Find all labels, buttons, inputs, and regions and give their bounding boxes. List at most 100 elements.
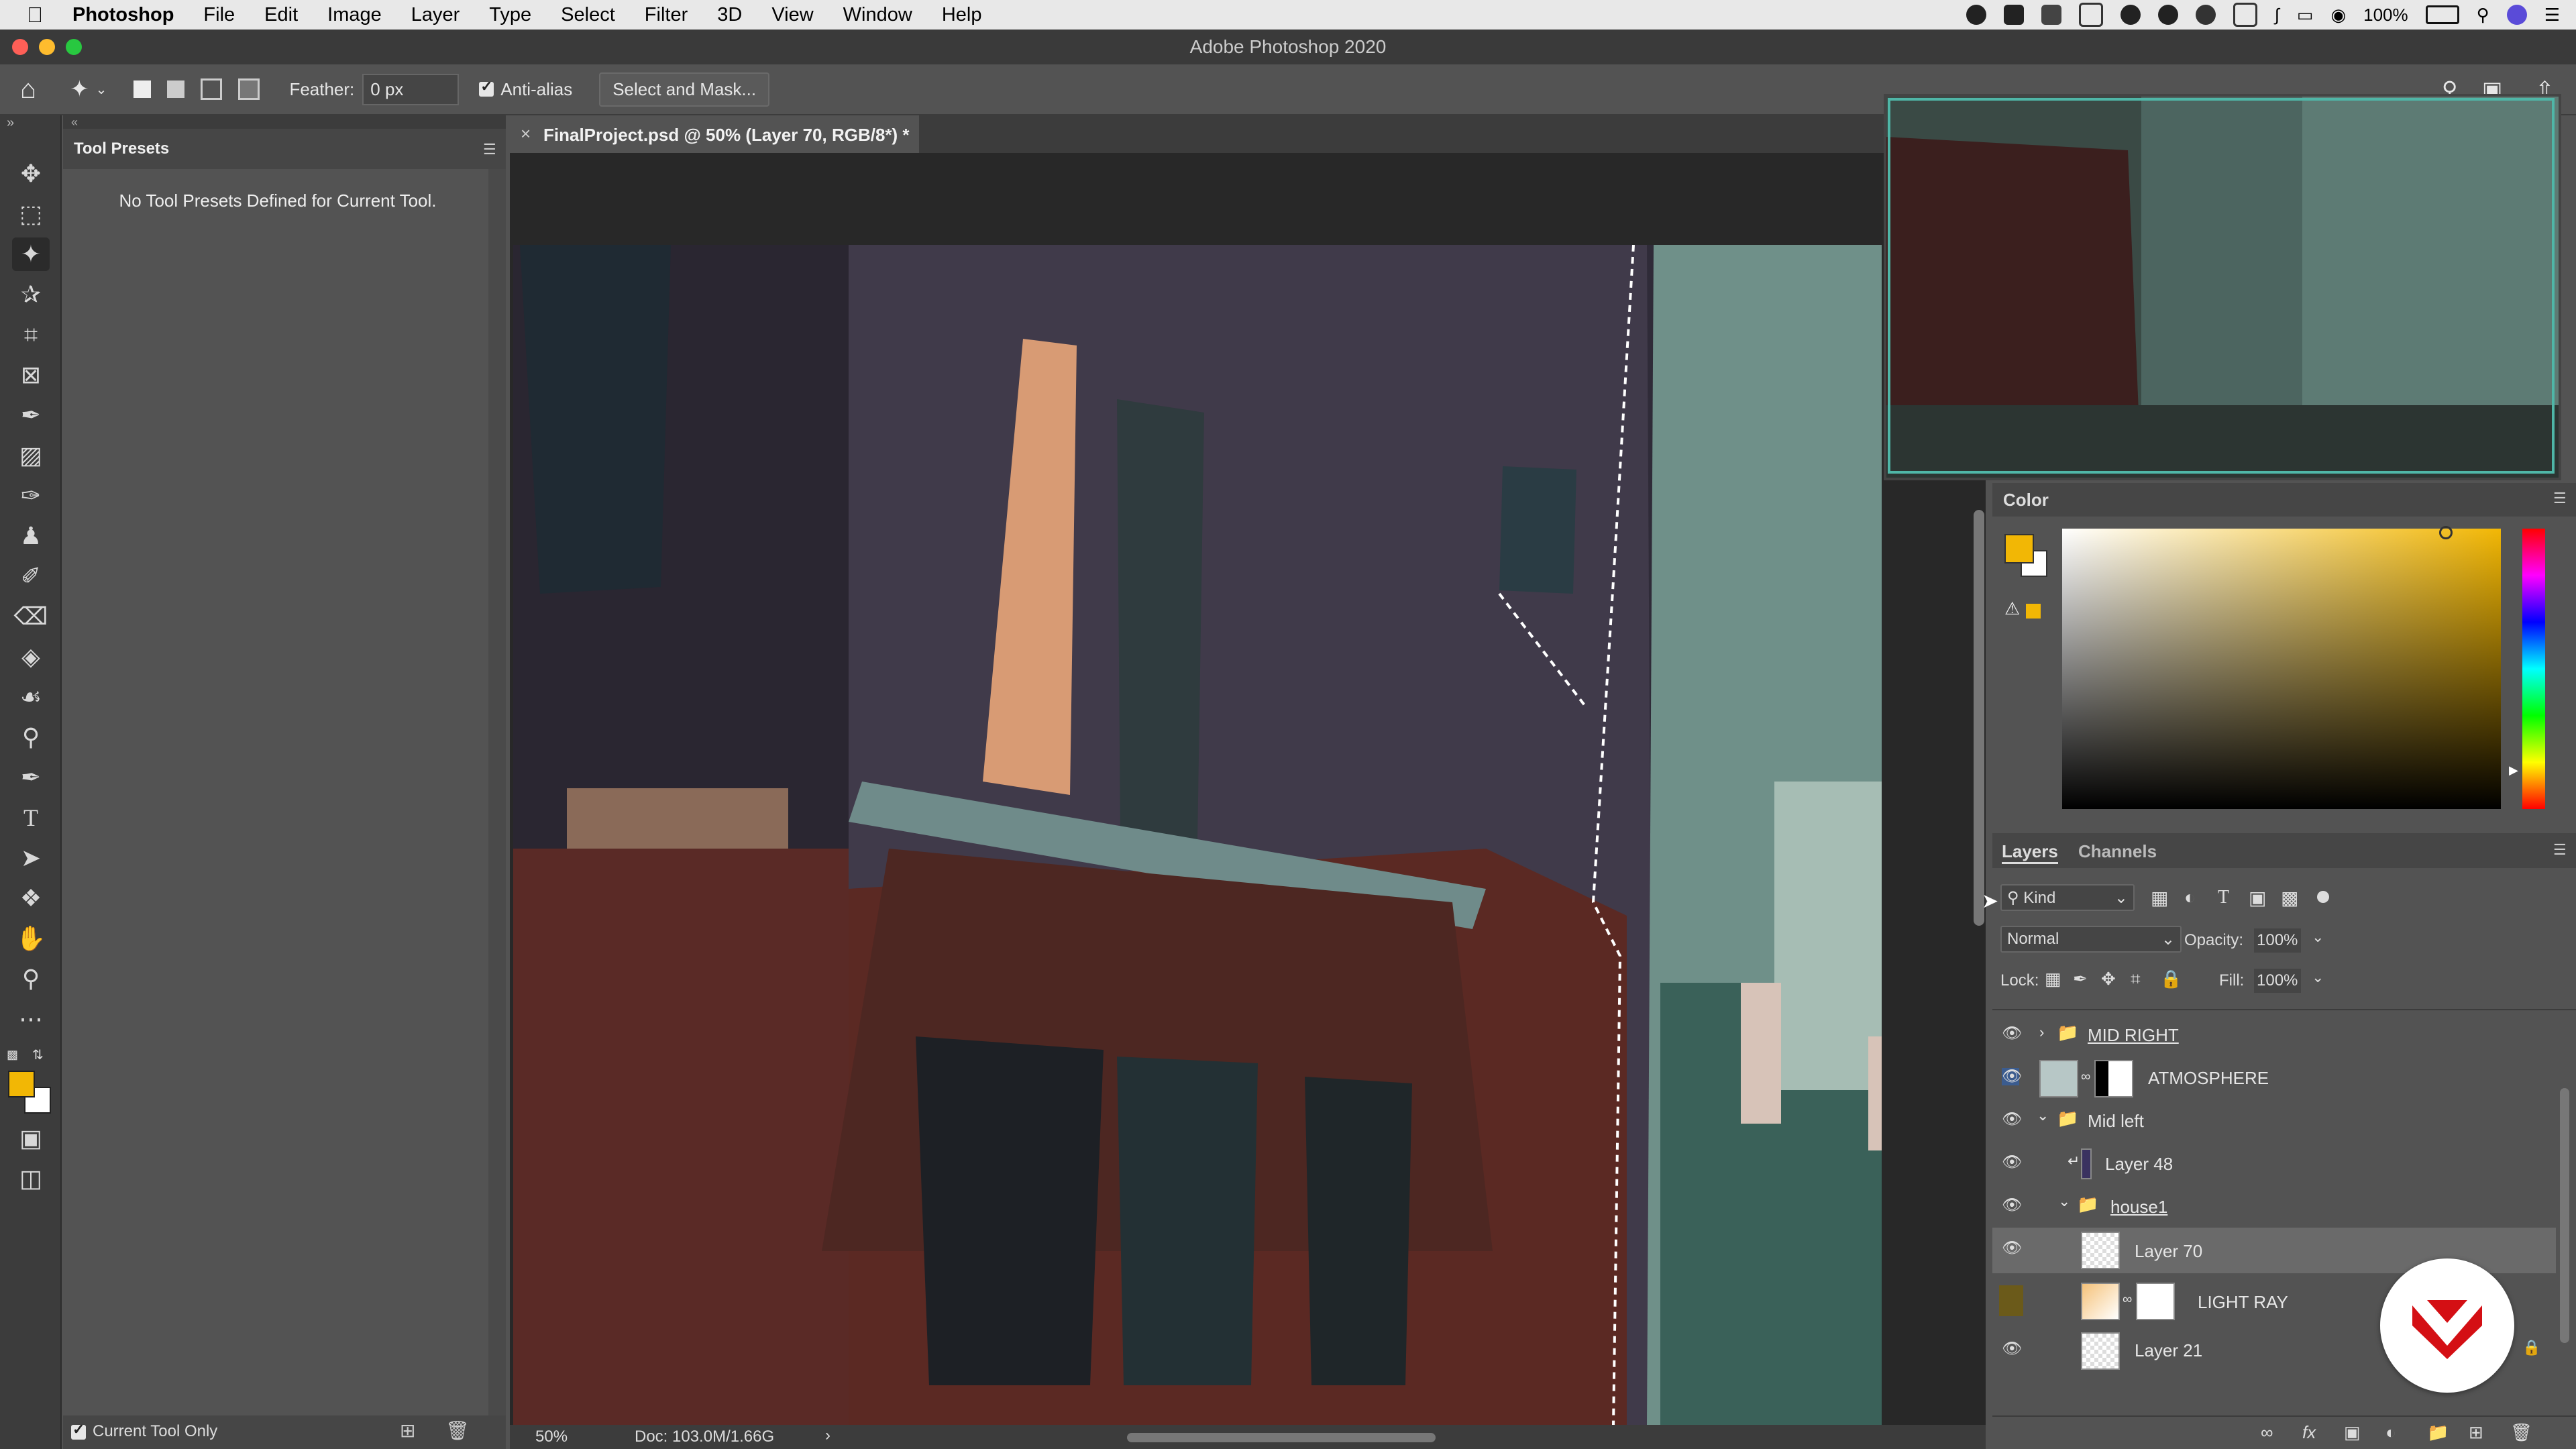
siri-icon[interactable] <box>2506 5 2527 25</box>
filter-pixel-icon[interactable]: ▦ <box>2151 887 2168 909</box>
hue-slider[interactable] <box>2522 529 2545 809</box>
healing-brush-tool-icon[interactable]: ▨ <box>12 439 50 472</box>
document-size-info[interactable]: Doc: 103.0M/1.66G <box>635 1428 774 1446</box>
opacity-chevron-down-icon[interactable]: ⌄ <box>2312 928 2324 946</box>
wd-icon[interactable] <box>2003 5 2024 25</box>
eyedropper-tool-icon[interactable]: ✒ <box>12 398 50 432</box>
battery-icon[interactable] <box>2425 5 2459 24</box>
horizontal-scrollbar[interactable] <box>1127 1433 1436 1442</box>
layer-row-mid-right[interactable]: 👁 › 📁 MID RIGHT <box>1992 1013 2556 1056</box>
layer-effects-icon[interactable]: fx <box>2302 1422 2316 1443</box>
saturation-brightness-field[interactable] <box>2062 529 2501 809</box>
visibility-eye-icon[interactable]: 👁 <box>2002 1197 2022 1214</box>
presets-scrollbar[interactable] <box>488 169 506 1417</box>
layer-row-mid-left[interactable]: 👁 ⌄ 📁 Mid left <box>1992 1099 2556 1142</box>
menu-image[interactable]: Image <box>327 4 382 26</box>
panel-collapse-bar[interactable]: « <box>63 115 506 129</box>
minimize-window-button[interactable] <box>39 39 55 55</box>
link-layers-icon[interactable]: ∞ <box>2261 1422 2273 1443</box>
gamut-warning-icon[interactable]: ⚠ <box>2004 598 2020 619</box>
filter-adjustment-icon[interactable]: ◐ <box>2184 887 2196 908</box>
polygonal-lasso-preset-icon[interactable]: ✦ <box>70 76 89 103</box>
color-picker-cursor[interactable] <box>2439 526 2453 539</box>
dodge-tool-icon[interactable]: ⚲ <box>12 720 50 754</box>
delete-layer-icon[interactable]: 🗑 <box>2510 1422 2532 1443</box>
visibility-eye-icon[interactable]: 👁 <box>2002 1111 2022 1128</box>
eraser-tool-icon[interactable]: ⌫ <box>12 600 50 633</box>
layer-row-atmosphere[interactable]: 👁 ∞ ATMOSPHERE <box>1992 1056 2556 1099</box>
visibility-eye-icon[interactable]: 👁 <box>2002 1154 2022 1171</box>
gamut-swatch[interactable] <box>2026 604 2041 619</box>
collapse-toolbar-icon[interactable]: » <box>7 115 14 131</box>
paint-bucket-tool-icon[interactable]: ◈ <box>12 640 50 674</box>
swap-colors-icon[interactable]: ⇅ <box>32 1046 44 1063</box>
color-foreground-swatch[interactable] <box>2004 534 2034 564</box>
history-brush-tool-icon[interactable]: ✐ <box>12 559 50 593</box>
lock-all-icon[interactable]: 🔒 <box>2160 969 2182 989</box>
screen-mode-icon[interactable]: ◫ <box>12 1162 50 1195</box>
filter-shape-icon[interactable]: ▣ <box>2249 887 2266 909</box>
adjustment-layer-icon[interactable]: ◐ <box>2385 1422 2396 1443</box>
filter-toggle-icon[interactable] <box>2317 891 2329 903</box>
menu-edit[interactable]: Edit <box>264 4 298 26</box>
chevron-down-icon[interactable]: ⌄ <box>96 81 107 98</box>
close-window-button[interactable] <box>12 39 28 55</box>
fill-input[interactable]: 100% <box>2254 969 2301 993</box>
zoom-level[interactable]: 50% <box>535 1428 568 1446</box>
add-mask-icon[interactable]: ▣ <box>2344 1422 2361 1443</box>
select-and-mask-button[interactable]: Select and Mask... <box>599 72 770 107</box>
frame-tool-icon[interactable]: ⊠ <box>12 358 50 392</box>
visibility-eye-icon[interactable]: 👁 <box>2002 1240 2022 1257</box>
lock-transparent-icon[interactable]: ▦ <box>2045 969 2061 989</box>
foreground-color-swatch[interactable] <box>8 1071 35 1097</box>
visibility-eye-icon[interactable]: 👁 <box>2002 1068 2022 1085</box>
link-chain-icon[interactable]: ∞ <box>2081 1069 2090 1085</box>
airplay-icon[interactable]: ▭ <box>2297 5 2314 25</box>
hand-tool-icon[interactable]: ✋ <box>12 922 50 955</box>
intersect-selection-icon[interactable] <box>238 78 260 100</box>
fill-chevron-down-icon[interactable]: ⌄ <box>2312 969 2324 986</box>
filter-type-icon[interactable]: T <box>2218 887 2229 908</box>
feather-input[interactable]: 0 px <box>362 73 460 105</box>
tool-presets-tab[interactable]: Tool Presets <box>74 140 169 158</box>
brush-tool-icon[interactable]: ✑ <box>12 479 50 513</box>
subtract-selection-icon[interactable] <box>201 78 223 100</box>
zoom-window-button[interactable] <box>66 39 82 55</box>
lock-image-icon[interactable]: ✒ <box>2073 969 2088 989</box>
menu-type[interactable]: Type <box>489 4 531 26</box>
lock-artboard-icon[interactable]: ⌗ <box>2131 969 2141 990</box>
layer-row-layer-48[interactable]: 👁 ↵ Layer 48 <box>1992 1142 2556 1185</box>
navigator-preview[interactable] <box>1884 94 2561 480</box>
menu-select[interactable]: Select <box>561 4 615 26</box>
delete-preset-icon[interactable]: 🗑 <box>445 1419 470 1442</box>
color-tab[interactable]: Color <box>2003 490 2049 511</box>
menu-layer[interactable]: Layer <box>411 4 460 26</box>
path-selection-tool-icon[interactable]: ➤ <box>12 841 50 875</box>
opacity-input[interactable]: 100% <box>2254 928 2301 953</box>
quick-mask-icon[interactable]: ▣ <box>12 1122 50 1155</box>
vertical-scrollbar[interactable] <box>1974 510 1984 926</box>
spotify-icon[interactable] <box>2157 5 2178 25</box>
search-icon[interactable]: ⚲ <box>2477 5 2489 25</box>
creative-cloud-icon[interactable] <box>2120 5 2141 25</box>
display-icon[interactable] <box>2233 3 2257 27</box>
visibility-eye-icon[interactable]: 👁 <box>2002 1025 2022 1042</box>
collapse-chevron-icon[interactable]: ⌄ <box>2037 1107 2049 1124</box>
dropbox-icon[interactable] <box>2041 5 2061 25</box>
collapse-chevron-icon[interactable]: ⌄ <box>2058 1193 2070 1210</box>
panel-menu-icon[interactable]: ☰ <box>2553 490 2567 507</box>
tab-layers[interactable]: Layers <box>2002 841 2058 864</box>
pen-tool-icon[interactable]: ✒ <box>12 761 50 794</box>
menu-help[interactable]: Help <box>942 4 982 26</box>
menu-list-icon[interactable]: ☰ <box>2544 5 2560 25</box>
current-tool-only-checkbox[interactable] <box>71 1421 86 1440</box>
record-icon[interactable] <box>1966 5 1986 25</box>
default-colors-icon[interactable]: ▩ <box>7 1048 21 1063</box>
menu-file[interactable]: File <box>203 4 235 26</box>
layer-filter-select[interactable]: ⚲ Kind ⌄ <box>2000 884 2135 911</box>
panel-menu-icon[interactable]: ☰ <box>2553 841 2567 859</box>
layer-row-house1[interactable]: 👁 ⌄ 📁 house1 <box>1992 1185 2556 1228</box>
wifi-icon[interactable]: ◉ <box>2330 5 2346 25</box>
lasso-tool-icon[interactable]: ✦ <box>12 237 50 271</box>
smudge-tool-icon[interactable]: ☙ <box>12 680 50 714</box>
